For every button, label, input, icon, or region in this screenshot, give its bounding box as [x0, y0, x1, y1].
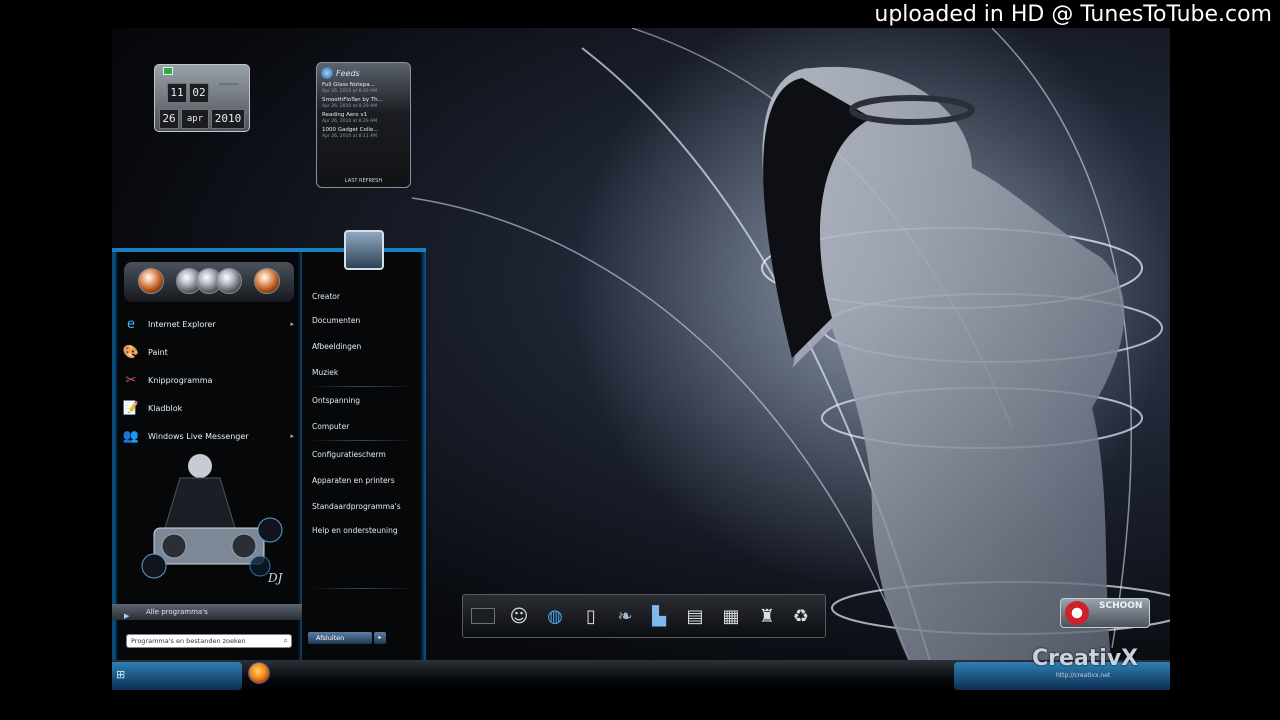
program-knipprogramma[interactable]: ✂ Knipprogramma: [120, 368, 298, 392]
program-label: Internet Explorer: [148, 319, 216, 329]
place-documenten[interactable]: Documenten: [312, 316, 360, 325]
clock-month: apr: [181, 109, 209, 129]
clock-minute: 02: [189, 83, 209, 103]
feed-item-title[interactable]: SmoothFloTan by Th...: [322, 97, 405, 104]
feed-item-title[interactable]: Full Glass Notepa...: [322, 82, 405, 89]
program-windows-live-messenger[interactable]: 👥 Windows Live Messenger ▸: [120, 424, 298, 448]
feed-item-date: Apr 26, 2010 at 8:29 AM: [322, 104, 378, 109]
program-label: Knipprogramma: [148, 375, 213, 385]
program-label: Kladblok: [148, 403, 183, 413]
feed-title: Feeds: [336, 69, 360, 78]
place-help-en-ondersteuning[interactable]: Help en ondersteuning: [312, 526, 398, 535]
info-icon[interactable]: ▯: [577, 601, 605, 631]
all-programs-label: Alle programma's: [146, 608, 208, 616]
clock-seconds-tile: [219, 83, 239, 85]
feed-item-title[interactable]: 1000 Gadget Colle...: [322, 127, 405, 134]
clock-gadget-icon: [163, 67, 173, 75]
feed-list: Full Glass Notepa... Apr 26, 2010 at 8:2…: [322, 82, 405, 140]
feather-icon[interactable]: ❧: [611, 601, 639, 631]
feed-item-date: Apr 26, 2010 at 8:29 AM: [322, 119, 378, 124]
play-arrow-icon: ▶: [124, 612, 130, 620]
clock-year: 2010: [211, 109, 245, 129]
divider: [308, 588, 416, 589]
program-kladblok[interactable]: 📝 Kladblok: [120, 396, 298, 420]
messenger-icon: 👥: [122, 428, 140, 444]
place-apparaten-en-printers[interactable]: Apparaten en printers: [312, 476, 395, 485]
firefox-taskbar-icon[interactable]: [248, 662, 270, 684]
place-afbeeldingen[interactable]: Afbeeldingen: [312, 342, 361, 351]
user-account-picture[interactable]: [344, 230, 384, 270]
paint-icon: 🎨: [122, 344, 140, 360]
shutdown-options-arrow-icon[interactable]: ▸: [374, 632, 386, 644]
watermark-text: uploaded in HD @ TunesToTube.com: [874, 2, 1272, 27]
search-icon: ⌕: [283, 636, 288, 645]
place-creator[interactable]: Creator: [312, 292, 340, 301]
place-ontspanning[interactable]: Ontspanning: [312, 396, 360, 405]
recycle-icon[interactable]: ♻: [787, 601, 815, 631]
submenu-arrow-icon: ▸: [290, 432, 294, 440]
brand-logo-text: CreativX: [1032, 646, 1139, 671]
shutdown-button[interactable]: Afsluiten: [308, 632, 372, 644]
scanner-icon[interactable]: ▤: [681, 601, 709, 631]
program-label: Paint: [148, 347, 168, 357]
program-label: Windows Live Messenger: [148, 431, 249, 441]
clock-day: 26: [159, 109, 179, 129]
feed-item-title[interactable]: Reading Aero v1: [322, 112, 405, 119]
start-menu: e Internet Explorer ▸ 🎨 Paint ✂ Knipprog…: [112, 230, 426, 662]
place-standaardprogrammas[interactable]: Standaardprogramma's: [312, 502, 401, 511]
program-paint[interactable]: 🎨 Paint: [120, 340, 298, 364]
feed-headlines-gadget[interactable]: Feeds Full Glass Notepa... Apr 26, 2010 …: [316, 62, 411, 188]
dock-bar: ☺ ◍ ▯ ❧ ▙ ▤ ▦ ♜ ♻: [462, 594, 826, 638]
orb-button-icon[interactable]: [254, 268, 280, 294]
all-programs-button[interactable]: ▶ Alle programma's: [112, 604, 302, 620]
schoon-logo-icon: [1065, 601, 1089, 625]
program-internet-explorer[interactable]: e Internet Explorer ▸: [120, 312, 298, 336]
place-muziek[interactable]: Muziek: [312, 368, 338, 377]
dj-signature-text: DJ: [267, 571, 284, 585]
orb-button-icon[interactable]: [138, 268, 164, 294]
start-button[interactable]: ⊞: [112, 662, 242, 690]
search-input[interactable]: Programma's en bestanden zoeken ⌕: [126, 634, 292, 648]
smiley-icon[interactable]: ☺: [505, 601, 533, 631]
notepad-icon: 📝: [122, 400, 140, 416]
search-placeholder: Programma's en bestanden zoeken: [131, 637, 246, 645]
schoon-label: SCHOON: [1099, 601, 1143, 611]
divider: [308, 440, 416, 441]
clock-gadget[interactable]: 11 02 26 apr 2010: [154, 64, 250, 132]
schoon-gadget[interactable]: SCHOON: [1060, 598, 1150, 628]
brand-url-text: http://creativx.net: [1056, 672, 1111, 679]
city-icon[interactable]: ▙: [645, 601, 673, 631]
snipping-tool-icon: ✂: [125, 372, 137, 388]
submenu-arrow-icon: ▸: [290, 320, 294, 328]
trash-icon[interactable]: ♜: [753, 601, 781, 631]
globe-icon[interactable]: ◍: [541, 601, 569, 631]
windows-logo-icon: ⊞: [116, 668, 126, 681]
dj-artwork-image: DJ: [141, 454, 284, 585]
clock-hour: 11: [167, 83, 187, 103]
monitor-icon[interactable]: [469, 601, 497, 631]
internet-explorer-icon: e: [127, 316, 135, 332]
start-menu-places-pane: Creator Documenten Afbeeldingen Muziek O…: [302, 248, 426, 662]
feed-last-refresh[interactable]: LAST REFRESH: [317, 178, 410, 184]
place-configuratiescherm[interactable]: Configuratiescherm: [312, 450, 386, 459]
printer-icon[interactable]: ▦: [717, 601, 745, 631]
place-computer[interactable]: Computer: [312, 422, 349, 431]
feed-item-date: Apr 26, 2010 at 8:29 AM: [322, 89, 378, 94]
orb-button-icon[interactable]: [216, 268, 242, 294]
divider: [308, 386, 416, 387]
taskbar: ⊞: [112, 660, 1170, 692]
start-menu-programs-pane: e Internet Explorer ▸ 🎨 Paint ✂ Knipprog…: [112, 248, 302, 662]
start-menu-orb-row: [124, 262, 294, 302]
feed-logo-icon: [321, 67, 333, 79]
feed-item-date: Apr 26, 2010 at 8:11 AM: [322, 134, 378, 139]
